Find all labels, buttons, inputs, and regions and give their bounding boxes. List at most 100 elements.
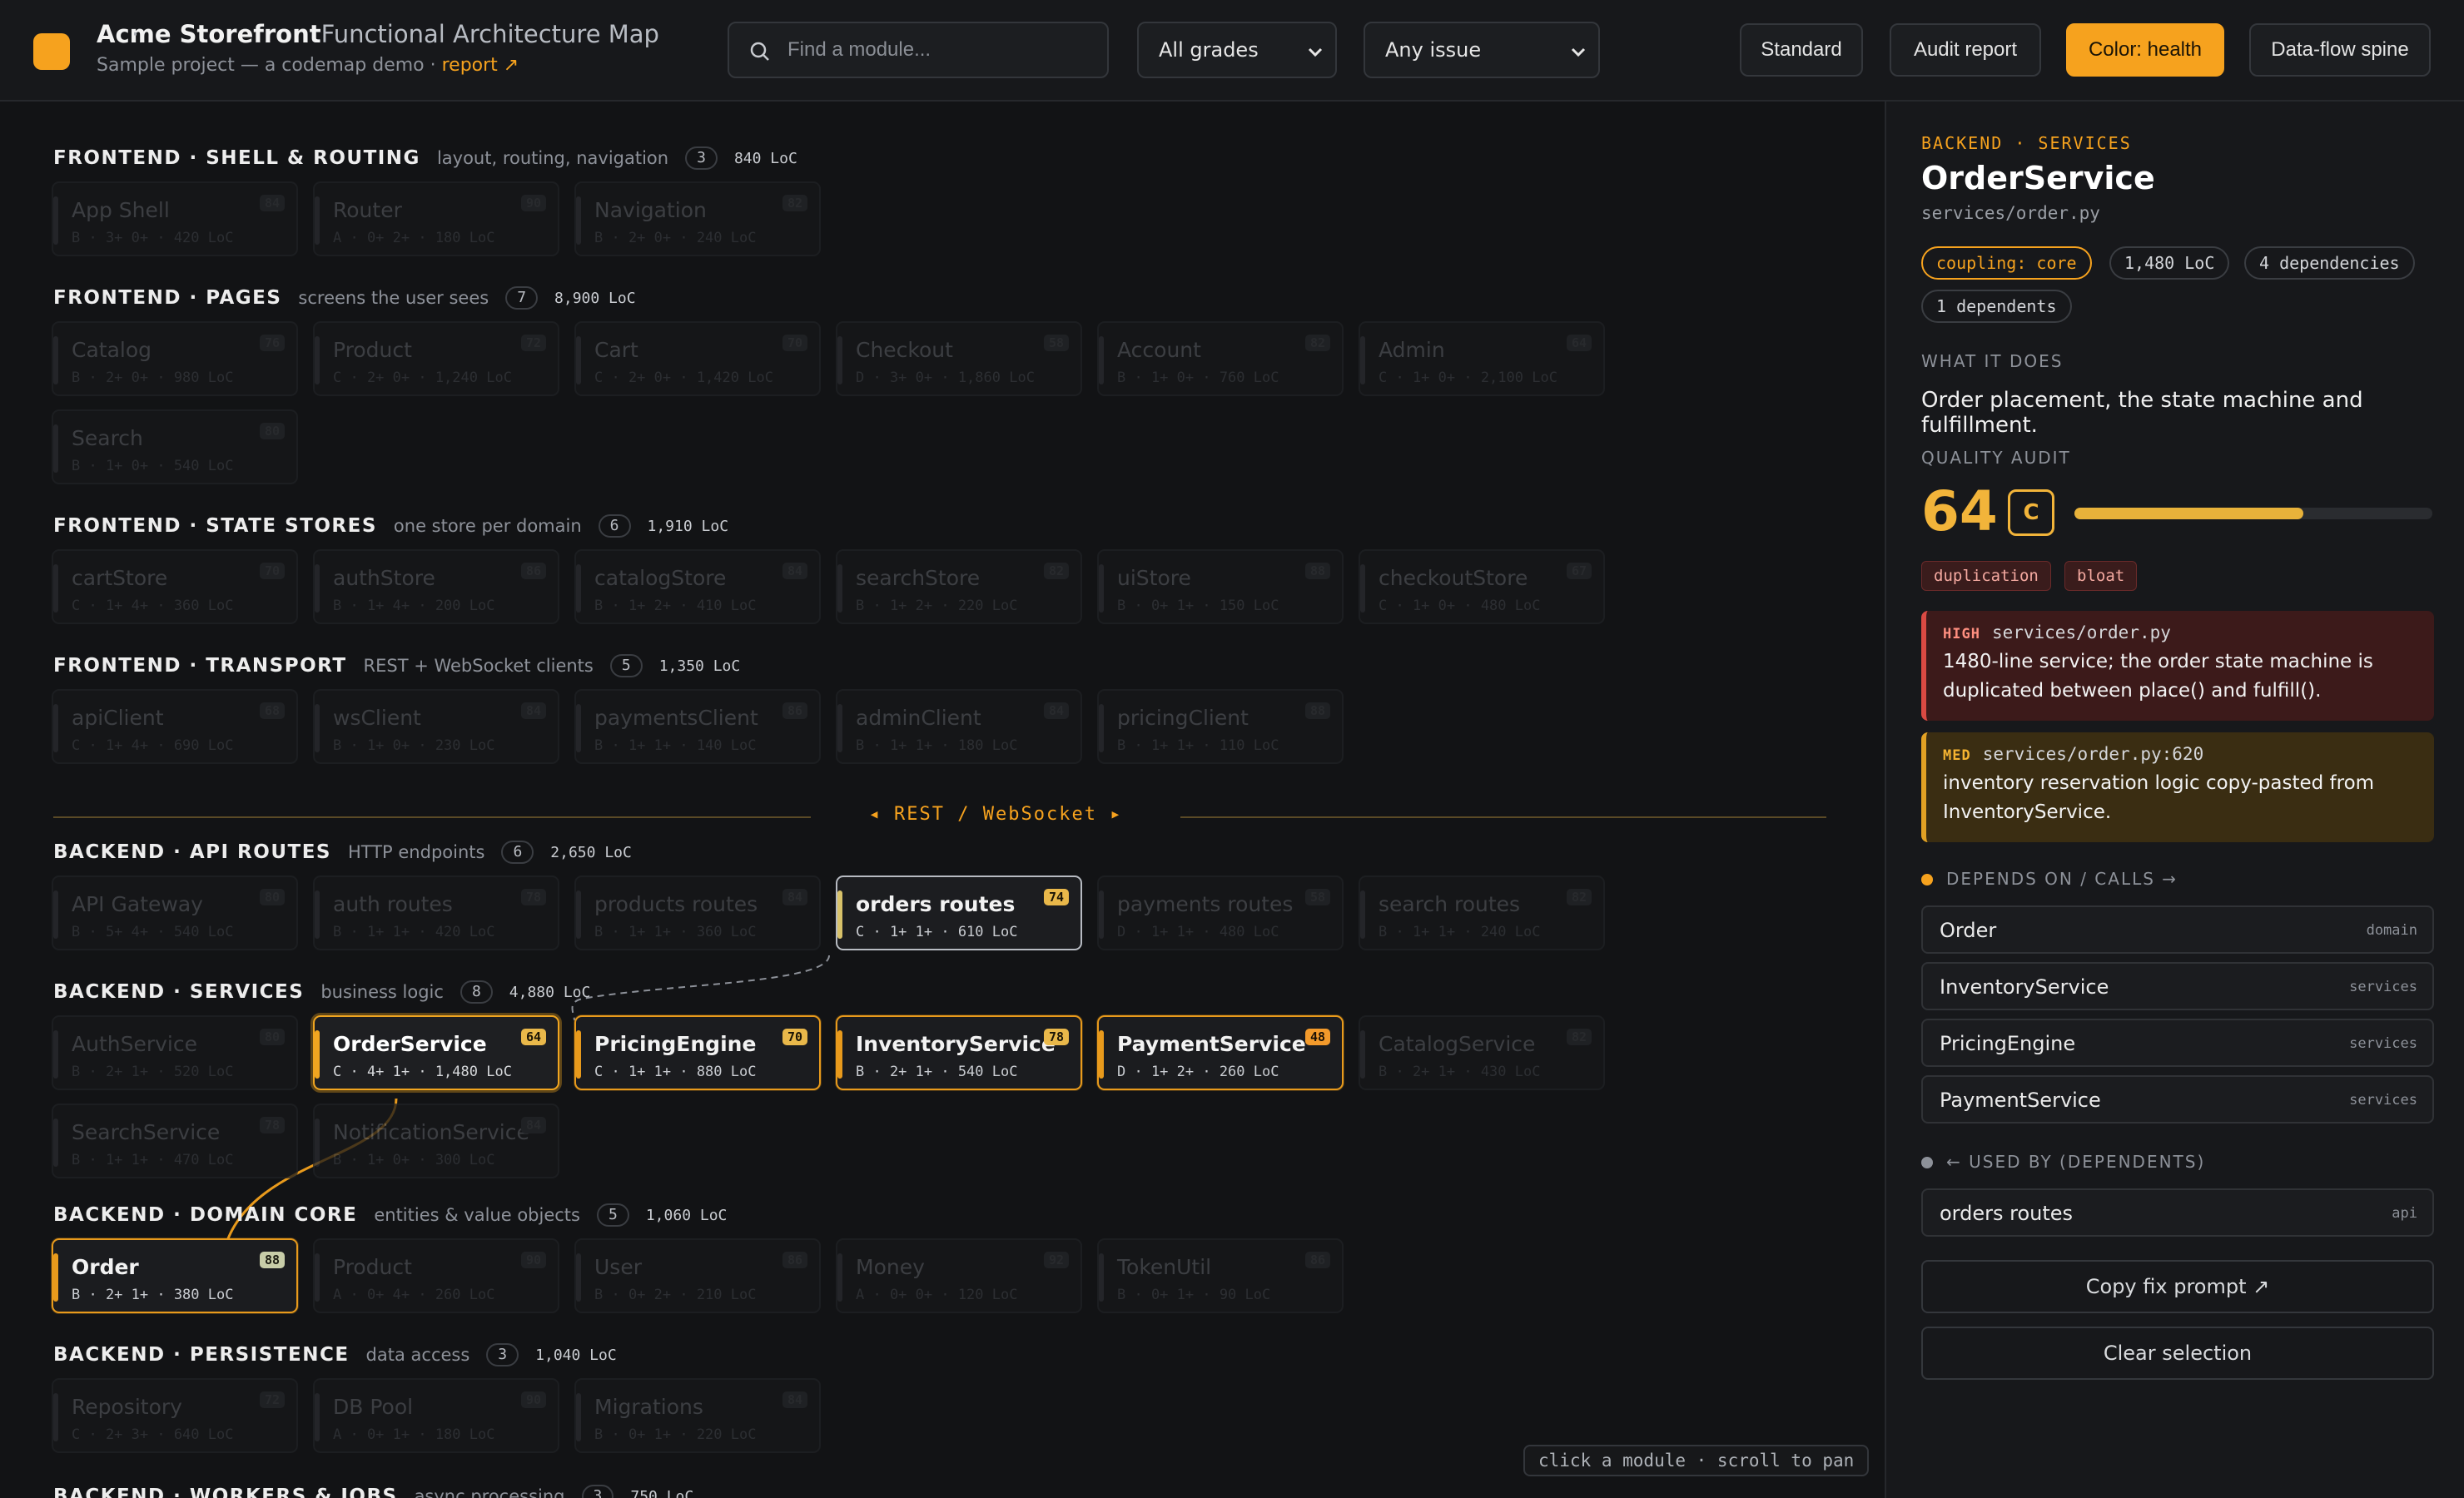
section-desc: entities & value objects <box>374 1205 580 1225</box>
module-card[interactable]: User B · 0+ 2+ · 210 LoC 86 <box>574 1238 821 1313</box>
module-meta: B · 1+ 2+ · 410 LoC <box>594 598 757 614</box>
module-card[interactable]: Checkout D · 3+ 0+ · 1,860 LoC 58 <box>836 321 1082 396</box>
search-input[interactable] <box>787 23 1095 77</box>
module-name: cartStore <box>72 566 168 590</box>
module-card[interactable]: Cart C · 2+ 0+ · 1,420 LoC 70 <box>574 321 821 396</box>
health-bar <box>1099 336 1104 384</box>
module-card[interactable]: Catalog B · 2+ 0+ · 980 LoC 76 <box>52 321 298 396</box>
report-link[interactable]: report ↗ <box>442 55 519 76</box>
module-card[interactable]: Router A · 0+ 2+ · 180 LoC 90 <box>313 181 559 256</box>
module-meta: B · 1+ 1+ · 110 LoC <box>1117 737 1279 754</box>
health-bar <box>53 196 58 245</box>
issue-card-med: MED services/order.py:620 inventory reser… <box>1921 732 2434 842</box>
score-meter <box>2074 508 2432 519</box>
module-meta: C · 1+ 0+ · 480 LoC <box>1379 598 1541 614</box>
data-flow-spine: ◂ REST / WebSocket ▸ <box>53 802 1826 832</box>
search-box[interactable] <box>728 22 1109 78</box>
data-flow-spine-button[interactable]: Data-flow spine <box>2249 23 2431 77</box>
standard-view-button[interactable]: Standard <box>1740 23 1863 77</box>
module-card[interactable]: search routes B · 1+ 1+ · 240 LoC 82 <box>1359 875 1605 950</box>
module-card[interactable]: auth routes B · 1+ 1+ · 420 LoC 78 <box>313 875 559 950</box>
section-header: BACKEND · WORKERS & JOBS async processing… <box>53 1483 693 1498</box>
module-card[interactable]: products routes B · 1+ 1+ · 360 LoC 84 <box>574 875 821 950</box>
module-card[interactable]: Product A · 0+ 4+ · 260 LoC 90 <box>313 1238 559 1313</box>
module-card[interactable]: SearchService B · 1+ 1+ · 470 LoC 78 <box>52 1104 298 1178</box>
module-card[interactable]: PaymentService D · 1+ 2+ · 260 LoC 48 <box>1097 1015 1344 1090</box>
health-bar <box>837 1253 842 1302</box>
module-card[interactable]: Product C · 2+ 0+ · 1,240 LoC 72 <box>313 321 559 396</box>
module-card[interactable]: paymentsClient B · 1+ 1+ · 140 LoC 86 <box>574 689 821 764</box>
module-card[interactable]: CatalogService B · 2+ 1+ · 430 LoC 82 <box>1359 1015 1605 1090</box>
module-card[interactable]: pricingClient B · 1+ 1+ · 110 LoC 88 <box>1097 689 1344 764</box>
module-card[interactable]: Account B · 1+ 0+ · 760 LoC 82 <box>1097 321 1344 396</box>
health-bar <box>1360 336 1365 384</box>
module-card[interactable]: NotificationService B · 1+ 0+ · 300 LoC 84 <box>313 1104 559 1178</box>
module-meta: C · 4+ 1+ · 1,480 LoC <box>333 1064 512 1080</box>
grade-filter-select[interactable]: All grades <box>1137 22 1337 78</box>
module-card[interactable]: PricingEngine C · 1+ 1+ · 880 LoC 70 <box>574 1015 821 1090</box>
score-badge: 48 <box>1304 1029 1330 1045</box>
module-meta: B · 1+ 1+ · 140 LoC <box>594 737 757 754</box>
grade-badge: C <box>2008 489 2054 536</box>
module-card[interactable]: DB Pool A · 0+ 1+ · 180 LoC 90 <box>313 1378 559 1453</box>
score-badge: 74 <box>1043 889 1069 905</box>
section-loc: 1,060 LoC <box>645 1206 728 1224</box>
score-badge: 92 <box>1043 1252 1069 1268</box>
module-card[interactable]: App Shell B · 3+ 0+ · 420 LoC 84 <box>52 181 298 256</box>
module-card[interactable]: TokenUtil B · 0+ 1+ · 90 LoC 86 <box>1097 1238 1344 1313</box>
module-card[interactable]: orders routes C · 1+ 1+ · 610 LoC 74 <box>836 875 1082 950</box>
section-header: BACKEND · API ROUTES HTTP endpoints 6 2,650… <box>53 839 632 866</box>
copy-fix-prompt-button[interactable]: Copy fix prompt ↗ <box>1921 1260 2434 1313</box>
module-name: Admin <box>1379 338 1445 362</box>
section-name: BACKEND · SERVICES <box>53 981 305 1003</box>
module-card[interactable]: AuthService B · 2+ 1+ · 520 LoC 80 <box>52 1015 298 1090</box>
module-card[interactable]: checkoutStore C · 1+ 0+ · 480 LoC 67 <box>1359 549 1605 624</box>
module-card[interactable]: Admin C · 1+ 0+ · 2,100 LoC 64 <box>1359 321 1605 396</box>
dependency-row[interactable]: PaymentService services <box>1921 1075 2434 1124</box>
section-desc: async processing <box>414 1486 565 1498</box>
panel-module-path: services/order.py <box>1921 203 2100 223</box>
module-card[interactable]: payments routes D · 1+ 1+ · 480 LoC 58 <box>1097 875 1344 950</box>
dependents-chip: 1 dependents <box>1921 290 2072 323</box>
panel-module-name: OrderService <box>1921 160 2155 196</box>
module-card[interactable]: Search B · 1+ 0+ · 540 LoC 80 <box>52 409 298 484</box>
module-meta: B · 0+ 1+ · 90 LoC <box>1117 1287 1271 1303</box>
module-card[interactable]: OrderService C · 4+ 1+ · 1,480 LoC 64 <box>313 1015 559 1090</box>
module-card[interactable]: wsClient B · 1+ 0+ · 230 LoC 84 <box>313 689 559 764</box>
architecture-canvas[interactable]: ◂ REST / WebSocket ▸ FRONTEND · SHELL & … <box>0 102 1885 1498</box>
module-card[interactable]: catalogStore B · 1+ 2+ · 410 LoC 84 <box>574 549 821 624</box>
section-name: FRONTEND · PAGES <box>53 287 282 309</box>
module-card[interactable]: InventoryService B · 2+ 1+ · 540 LoC 78 <box>836 1015 1082 1090</box>
module-meta: C · 2+ 3+ · 640 LoC <box>72 1426 234 1443</box>
module-card[interactable]: Order B · 2+ 1+ · 380 LoC 88 <box>52 1238 298 1313</box>
section-header: BACKEND · DOMAIN CORE entities & value ob… <box>53 1202 727 1228</box>
score-badge: 86 <box>782 702 807 719</box>
health-bar <box>315 1253 320 1302</box>
module-name: App Shell <box>72 198 170 222</box>
module-card[interactable]: adminClient B · 1+ 1+ · 180 LoC 84 <box>836 689 1082 764</box>
section-count: 5 <box>609 654 643 677</box>
module-card[interactable]: API Gateway B · 5+ 4+ · 540 LoC 80 <box>52 875 298 950</box>
module-card[interactable]: searchStore B · 1+ 2+ · 220 LoC 82 <box>836 549 1082 624</box>
issue-filter-select[interactable]: Any issue <box>1364 22 1600 78</box>
loc-chip: 1,480 LoC <box>2109 246 2230 280</box>
clear-selection-button[interactable]: Clear selection <box>1921 1327 2434 1380</box>
module-card[interactable]: Money A · 0+ 0+ · 120 LoC 92 <box>836 1238 1082 1313</box>
module-card[interactable]: Migrations B · 0+ 1+ · 220 LoC 84 <box>574 1378 821 1453</box>
dependent-row[interactable]: orders routes api <box>1921 1188 2434 1237</box>
module-card[interactable]: Navigation B · 2+ 0+ · 240 LoC 82 <box>574 181 821 256</box>
module-card[interactable]: cartStore C · 1+ 4+ · 360 LoC 70 <box>52 549 298 624</box>
module-card[interactable]: uiStore B · 0+ 1+ · 150 LoC 88 <box>1097 549 1344 624</box>
canvas-hint: click a module · scroll to pan <box>1523 1445 1870 1476</box>
module-card[interactable]: apiClient C · 1+ 4+ · 690 LoC 68 <box>52 689 298 764</box>
module-card[interactable]: Repository C · 2+ 3+ · 640 LoC 72 <box>52 1378 298 1453</box>
dependency-row[interactable]: InventoryService services <box>1921 962 2434 1010</box>
module-meta: B · 1+ 0+ · 540 LoC <box>72 458 234 474</box>
dependency-row[interactable]: PricingEngine services <box>1921 1019 2434 1067</box>
audit-report-button[interactable]: Audit report <box>1890 23 2041 77</box>
module-meta: B · 5+ 4+ · 540 LoC <box>72 924 234 940</box>
quality-audit-heading: QUALITY AUDIT <box>1921 448 2071 468</box>
color-health-button[interactable]: Color: health <box>2066 23 2224 77</box>
module-card[interactable]: authStore B · 1+ 4+ · 200 LoC 86 <box>313 549 559 624</box>
dependency-row[interactable]: Order domain <box>1921 905 2434 954</box>
